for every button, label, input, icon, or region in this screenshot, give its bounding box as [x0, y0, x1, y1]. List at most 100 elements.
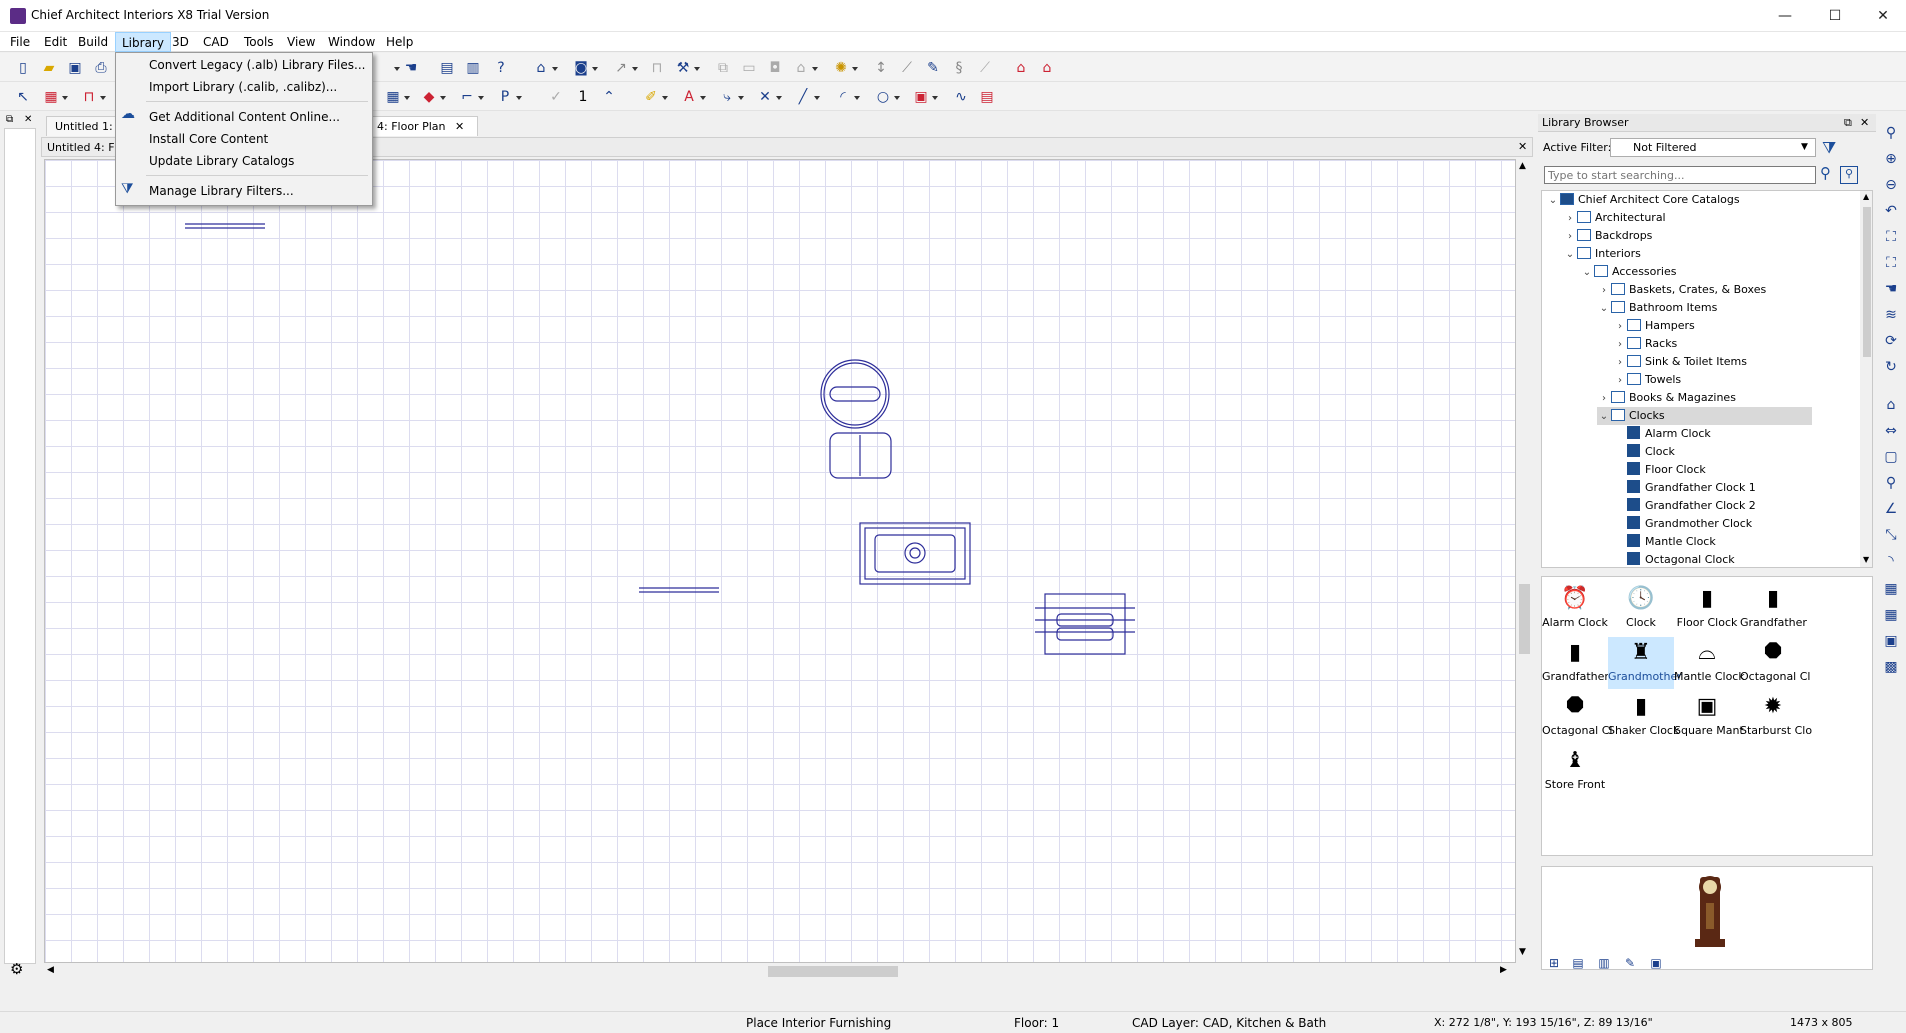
- library-object-cell[interactable]: 🕓 Clock: [1608, 583, 1674, 635]
- text-color-icon[interactable]: P: [494, 86, 522, 108]
- zoom-in-icon[interactable]: ⊕: [1880, 148, 1902, 170]
- grid-tool-icon[interactable]: ▦: [382, 86, 410, 108]
- ruler-icon[interactable]: ✐: [640, 86, 668, 108]
- check-icon[interactable]: ✓: [545, 86, 567, 108]
- chevron-right-icon[interactable]: ›: [1613, 318, 1627, 336]
- tree-node[interactable]: › Towels: [1613, 371, 1681, 389]
- library-edit-icon[interactable]: ✎: [1619, 952, 1641, 974]
- chevron-right-icon[interactable]: ›: [1597, 390, 1611, 408]
- plan-options-icon[interactable]: ▥: [462, 57, 484, 79]
- tree-node[interactable]: › Sink & Toilet Items: [1613, 353, 1747, 371]
- redo-icon[interactable]: ↻: [1880, 356, 1902, 378]
- tree-node[interactable]: › Backdrops: [1563, 227, 1652, 245]
- library-object-cell[interactable]: ▮ Shaker Clock: [1608, 691, 1679, 743]
- scroll-down-icon[interactable]: ▼: [1519, 947, 1526, 957]
- menu-help[interactable]: Help: [380, 32, 419, 52]
- horizontal-scroll-thumb[interactable]: [768, 966, 898, 977]
- bidirectional-icon[interactable]: ⇔: [1880, 420, 1902, 442]
- tree-scroll-thumb[interactable]: [1863, 207, 1871, 357]
- tab-untitled-1[interactable]: Untitled 1: Fl: [46, 116, 124, 153]
- copy-icon[interactable]: ⧉: [712, 57, 734, 79]
- tab-close-icon[interactable]: ✕: [455, 120, 464, 133]
- menu-import-library[interactable]: Import Library (.calib, .calibz)...: [116, 77, 372, 97]
- pan-icon[interactable]: ☚: [1880, 278, 1902, 300]
- arc-tool-icon[interactable]: ◜: [832, 86, 860, 108]
- fill-window-building-icon[interactable]: ⛶: [1880, 252, 1902, 274]
- settings-gear-icon[interactable]: ⚙: [10, 960, 23, 978]
- tab-untitled-4[interactable]: 4: Floor Plan ✕: [368, 116, 478, 136]
- library-object-cell[interactable]: ▮ Grandfather: [1740, 583, 1807, 635]
- stairs-icon[interactable]: ⊓: [646, 57, 668, 79]
- fill-tool-icon[interactable]: ◆: [418, 86, 446, 108]
- tree-node[interactable]: Alarm Clock: [1613, 425, 1711, 443]
- tree-scrollbar[interactable]: ▲ ▼: [1860, 191, 1872, 567]
- house-icon[interactable]: ⌂: [530, 57, 558, 79]
- tree-node[interactable]: ⌄ Chief Architect Core Catalogs: [1546, 191, 1740, 209]
- library-list-icon[interactable]: ▤: [1567, 952, 1589, 974]
- active-filter-select[interactable]: Not Filtered ▼: [1610, 138, 1816, 157]
- chevron-right-icon[interactable]: ›: [1613, 336, 1627, 354]
- roof-icon[interactable]: ⌂: [790, 57, 818, 79]
- chevron-up-icon[interactable]: ⌃: [598, 86, 620, 108]
- tree-node[interactable]: › Racks: [1613, 335, 1677, 353]
- scroll-right-icon[interactable]: ▶: [1500, 965, 1507, 975]
- chevron-right-icon[interactable]: ›: [1563, 228, 1577, 246]
- tree-node[interactable]: ⌄ Bathroom Items: [1597, 299, 1717, 317]
- library-object-cell[interactable]: ▮ Grandfather: [1542, 637, 1609, 689]
- menu-convert-legacy[interactable]: Convert Legacy (.alb) Library Files...: [116, 55, 372, 75]
- tree-node[interactable]: › Architectural: [1563, 209, 1666, 227]
- light-icon[interactable]: ✺: [830, 57, 858, 79]
- zoom-out-icon[interactable]: ⊖: [1880, 174, 1902, 196]
- grid-snap-icon[interactable]: ▦: [1880, 578, 1902, 600]
- cad-block-icon[interactable]: ▤: [976, 86, 998, 108]
- chevron-down-icon[interactable]: ⌄: [1597, 300, 1611, 318]
- floor-plan-canvas[interactable]: [44, 159, 1516, 963]
- spiral-icon[interactable]: §: [948, 57, 970, 79]
- library-object-cell[interactable]: ▣ Square Mant: [1674, 691, 1744, 743]
- layer-display-icon[interactable]: ▤: [436, 57, 458, 79]
- spline-icon[interactable]: ∿: [950, 86, 972, 108]
- tree-node[interactable]: ⌄ Interiors: [1563, 245, 1641, 263]
- tree-node[interactable]: Grandfather Clock 1: [1613, 479, 1756, 497]
- fill-window-icon[interactable]: ⛶: [1880, 226, 1902, 248]
- vertical-scrollbar[interactable]: ▲ ▼: [1516, 159, 1533, 963]
- paint-icon[interactable]: ✎: [922, 57, 944, 79]
- library-properties-icon[interactable]: ▣: [1645, 952, 1667, 974]
- tree-node[interactable]: ⌄ Clocks: [1597, 407, 1812, 425]
- menu-3d[interactable]: 3D: [166, 32, 195, 52]
- menu-install-core-content[interactable]: Install Core Content: [116, 129, 372, 149]
- layer-icon[interactable]: ≋: [1880, 304, 1902, 326]
- library-add-icon[interactable]: ▥: [1593, 952, 1615, 974]
- menu-window[interactable]: Window: [322, 32, 381, 52]
- angle-snap-icon[interactable]: ∠: [1880, 498, 1902, 520]
- tree-node[interactable]: Mantle Clock: [1613, 533, 1716, 551]
- save-icon[interactable]: ▣: [64, 57, 86, 79]
- chevron-right-icon[interactable]: ›: [1613, 372, 1627, 390]
- floor-down-icon[interactable]: ⌂: [1036, 57, 1058, 79]
- zoom-icon[interactable]: ⚲: [1880, 122, 1902, 144]
- menu-library[interactable]: Library: [115, 32, 171, 52]
- panel-close-icon[interactable]: ✕: [1860, 114, 1869, 132]
- callout-icon[interactable]: ⤷: [716, 86, 744, 108]
- box-tool-icon[interactable]: ▣: [910, 86, 938, 108]
- reference-grid-icon[interactable]: ▦: [1880, 604, 1902, 626]
- library-object-cell[interactable]: ♝ Store Front: [1542, 745, 1608, 797]
- scroll-left-icon[interactable]: ◀: [47, 965, 54, 975]
- tree-node[interactable]: Floor Clock: [1613, 461, 1706, 479]
- tree-node[interactable]: Grandmother Clock: [1613, 515, 1752, 533]
- tree-node[interactable]: › Baskets, Crates, & Boxes: [1597, 281, 1766, 299]
- rectangle-icon[interactable]: ▢: [1880, 446, 1902, 468]
- tree-node[interactable]: Clock: [1613, 443, 1675, 461]
- minimize-button[interactable]: —: [1762, 0, 1808, 32]
- advanced-search-icon[interactable]: ⚲: [1840, 166, 1858, 184]
- chevron-right-icon[interactable]: ›: [1597, 282, 1611, 300]
- menu-view[interactable]: View: [281, 32, 321, 52]
- select-objects-icon[interactable]: ↖: [12, 86, 34, 108]
- material-icon[interactable]: ▭: [738, 57, 760, 79]
- menu-file[interactable]: File: [4, 32, 36, 52]
- snap-grid-icon[interactable]: ▩: [1880, 656, 1902, 678]
- restore-icon[interactable]: ⧉: [6, 114, 13, 125]
- menu-update-catalogs[interactable]: Update Library Catalogs: [116, 151, 372, 171]
- chevron-down-icon[interactable]: ⌄: [1546, 192, 1560, 210]
- camera-icon[interactable]: ◙: [570, 57, 598, 79]
